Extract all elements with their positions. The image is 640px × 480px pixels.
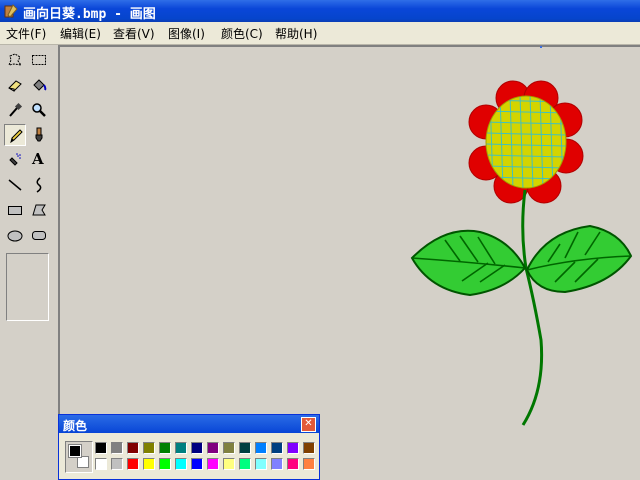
color-swatch[interactable] <box>175 458 187 470</box>
paint-app-icon <box>4 4 18 18</box>
color-swatch[interactable] <box>239 458 251 470</box>
tool-magnifier[interactable] <box>28 99 50 121</box>
curve-icon <box>36 177 42 193</box>
color-swatch[interactable] <box>287 458 299 470</box>
canvas-resize-handle[interactable] <box>540 46 542 48</box>
color-swatch[interactable] <box>95 442 107 454</box>
color-swatch[interactable] <box>207 458 219 470</box>
window-title: 画向日葵.bmp - 画图 <box>23 7 156 22</box>
color-swatch[interactable] <box>127 458 139 470</box>
color-swatch[interactable] <box>255 442 267 454</box>
tool-brush[interactable] <box>28 124 50 146</box>
tool-options-box[interactable] <box>6 253 49 321</box>
color-swatch[interactable] <box>191 458 203 470</box>
color-swatch[interactable] <box>255 458 267 470</box>
menu-bar: 文件(F) 编辑(E) 查看(V) 图像(I) 颜色(C) 帮助(H) <box>0 22 640 45</box>
pencil-icon <box>10 129 23 144</box>
color-swatch[interactable] <box>111 442 123 454</box>
color-swatch[interactable] <box>159 458 171 470</box>
color-swatch[interactable] <box>111 458 123 470</box>
airbrush-icon <box>9 153 21 166</box>
color-swatch[interactable] <box>127 442 139 454</box>
color-swatch[interactable] <box>191 442 203 454</box>
rect-select-icon <box>32 55 46 65</box>
tool-polygon[interactable] <box>28 199 50 221</box>
eraser-icon <box>8 80 22 92</box>
tool-curve[interactable] <box>28 174 50 196</box>
color-swatch[interactable] <box>239 442 251 454</box>
colors-panel-title: 颜色 <box>63 419 88 433</box>
color-swatch[interactable] <box>303 458 315 470</box>
toolbox: A <box>0 45 58 480</box>
menu-file[interactable]: 文件(F) <box>6 25 46 42</box>
color-swatch[interactable] <box>143 442 155 454</box>
menu-help[interactable]: 帮助(H) <box>275 25 317 42</box>
flower-stem <box>521 189 544 426</box>
color-swatch[interactable] <box>143 458 155 470</box>
color-swatch[interactable] <box>271 458 283 470</box>
tool-airbrush[interactable] <box>4 149 26 171</box>
text-icon: A <box>32 150 44 168</box>
close-icon[interactable]: ✕ <box>301 417 316 432</box>
menu-edit[interactable]: 编辑(E) <box>60 25 101 42</box>
menu-colors[interactable]: 颜色(C) <box>221 25 263 42</box>
color-swatch[interactable] <box>159 442 171 454</box>
tool-rounded-rect[interactable] <box>28 224 50 246</box>
color-swatch[interactable] <box>287 442 299 454</box>
line-icon <box>8 179 22 191</box>
tool-eraser[interactable] <box>4 74 26 96</box>
fill-icon <box>33 79 47 91</box>
tool-line[interactable] <box>4 174 26 196</box>
color-swatch[interactable] <box>223 458 235 470</box>
rounded-rect-icon <box>32 231 46 240</box>
tool-text[interactable]: A <box>28 149 50 171</box>
right-leaf <box>525 224 633 294</box>
color-swatch[interactable] <box>207 442 219 454</box>
background-color-swatch[interactable] <box>77 456 89 468</box>
title-bar: 画向日葵.bmp - 画图 <box>0 0 640 22</box>
color-swatch[interactable] <box>271 442 283 454</box>
tool-ellipse[interactable] <box>4 224 26 246</box>
menu-image[interactable]: 图像(I) <box>168 25 205 42</box>
foreground-color-swatch[interactable] <box>68 444 82 458</box>
rectangle-icon <box>8 206 22 215</box>
tool-rectangle[interactable] <box>4 199 26 221</box>
color-swatch[interactable] <box>303 442 315 454</box>
tool-pencil[interactable] <box>4 124 26 146</box>
menu-view[interactable]: 查看(V) <box>113 25 155 42</box>
ellipse-icon <box>7 230 23 242</box>
tool-free-select[interactable] <box>4 49 26 71</box>
brush-icon <box>35 127 43 142</box>
tool-rect-select[interactable] <box>28 49 50 71</box>
polygon-icon <box>32 204 46 216</box>
tool-fill[interactable] <box>28 74 50 96</box>
colors-panel: 颜色 ✕ <box>58 414 320 480</box>
current-colors[interactable] <box>65 441 93 473</box>
color-swatch[interactable] <box>95 458 107 470</box>
color-swatch[interactable] <box>175 442 187 454</box>
color-picker-icon <box>9 102 23 117</box>
magnifier-icon <box>32 103 46 117</box>
colors-panel-titlebar[interactable]: 颜色 ✕ <box>59 415 319 433</box>
color-swatch[interactable] <box>223 442 235 454</box>
tool-color-picker[interactable] <box>4 99 26 121</box>
free-select-icon <box>8 53 23 66</box>
